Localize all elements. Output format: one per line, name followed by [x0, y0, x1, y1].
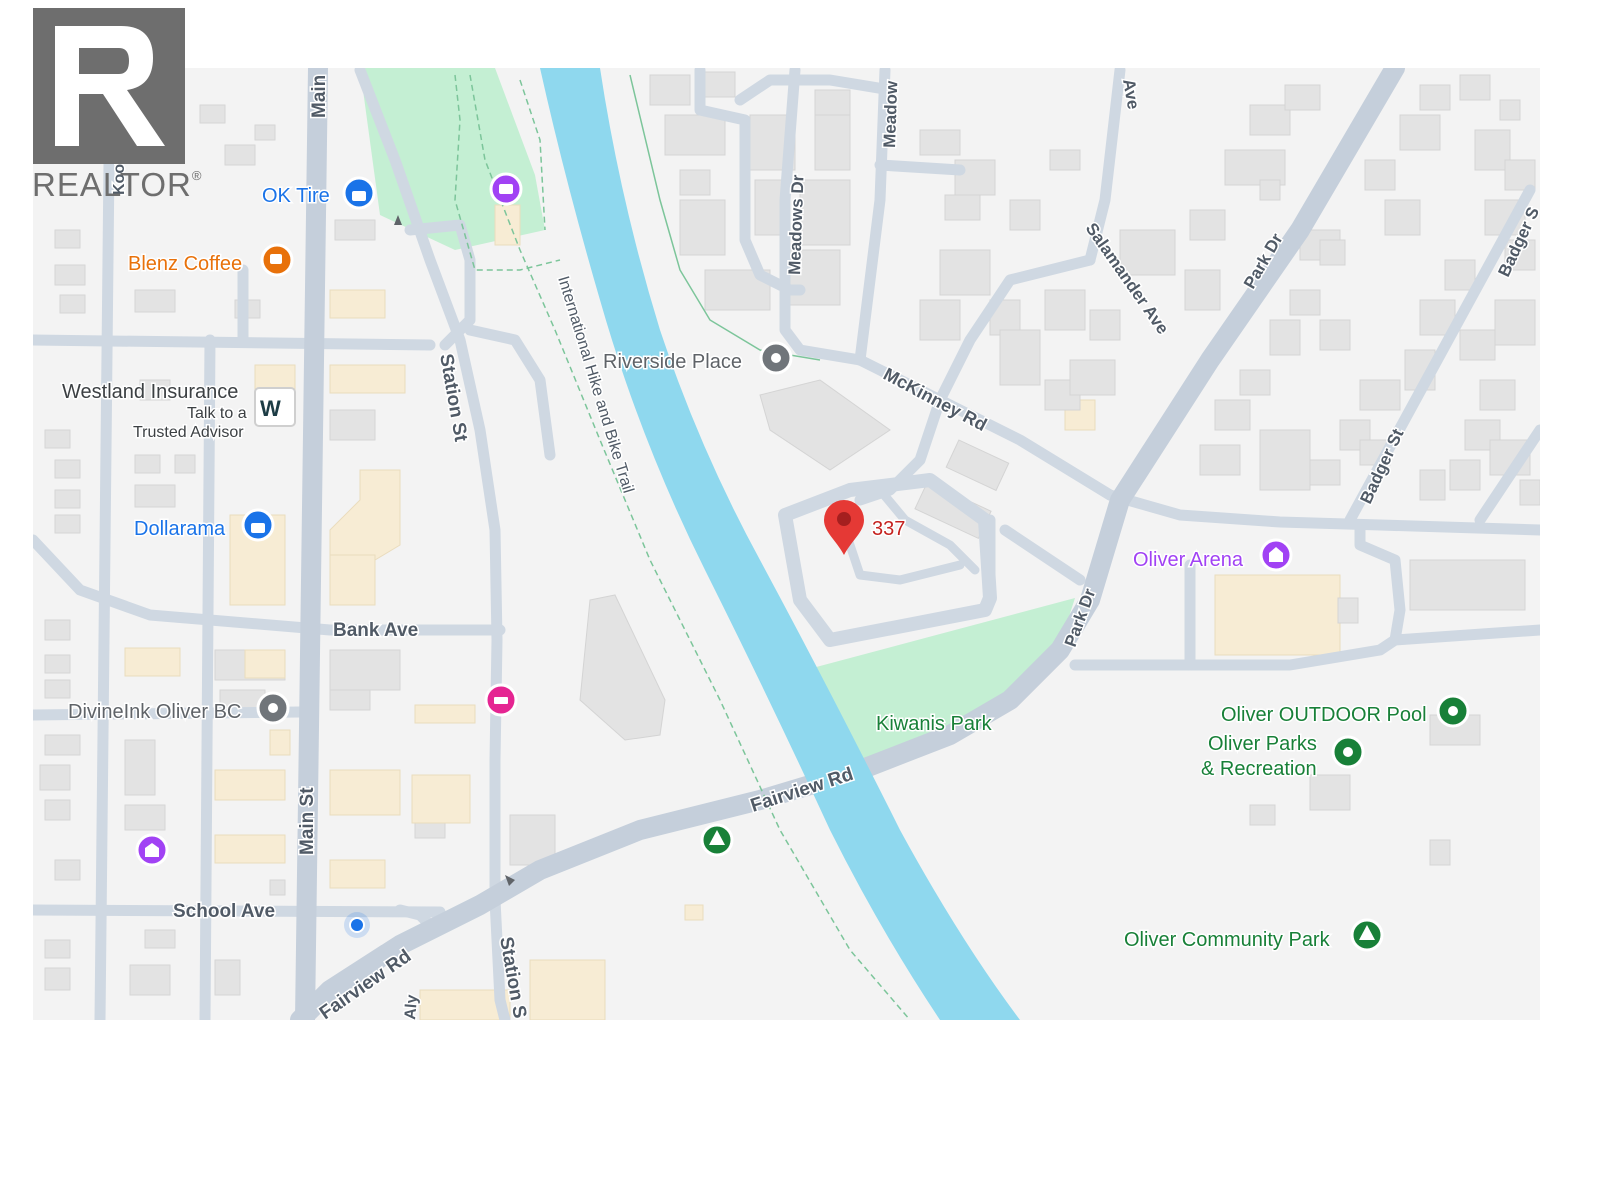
street-label-bank-ave: Bank Ave [333, 620, 418, 641]
street-label-aly: Aly [402, 994, 421, 1020]
poi-hotel[interactable] [484, 683, 518, 717]
westland-logo-glyph: W [260, 396, 281, 421]
realtor-brand-text: REALTOR [32, 166, 192, 203]
registered-mark: ® [191, 168, 203, 183]
poi-kiwanis-park[interactable]: Kiwanis Park [875, 712, 995, 737]
realtor-wordmark: REALTOR® [32, 166, 202, 204]
pin-dot-glyph [771, 353, 781, 363]
poi-label-parks-rec-1: Oliver Parks [1208, 733, 1317, 755]
street-label-main-st: Main St [297, 787, 318, 855]
pin-dot-glyph [1343, 747, 1353, 757]
poi-label-riverside-place: Riverside Place [603, 351, 742, 373]
street-label-main-top: Main [309, 75, 330, 118]
shopping-bag-glyph [251, 523, 265, 533]
poi-label-parks-rec-2: & Recreation [1201, 758, 1317, 780]
poi-sub-westland-2: Trusted Advisor [133, 424, 244, 441]
poi-label-westland: Westland Insurance [62, 381, 238, 403]
poi-label-blenz-coffee: Blenz Coffee [128, 253, 242, 275]
map-canvas[interactable]: Main Kootenay St Main St Station St Stat… [0, 0, 1600, 1200]
listing-number-label: 337 [872, 518, 905, 540]
poi-museum[interactable] [135, 833, 169, 867]
poi-label-kiwanis-park: Kiwanis Park [876, 713, 993, 735]
poi-label-dollarama: Dollarama [134, 518, 226, 540]
pin-dot-glyph [268, 703, 278, 713]
poi-camera[interactable] [489, 172, 523, 206]
poi-tree-fairview[interactable] [700, 823, 734, 857]
camera-glyph [499, 184, 513, 194]
poi-label-oliver-arena: Oliver Arena [1133, 549, 1244, 571]
poi-label-outdoor-pool: Oliver OUTDOOR Pool [1221, 704, 1427, 726]
pin-dot-glyph [1448, 706, 1458, 716]
street-label-school-ave: School Ave [173, 901, 275, 922]
street-label-meadows-dr: Meadows Dr [785, 174, 807, 275]
realtor-logo-icon [33, 8, 185, 164]
map-pin-hole [837, 512, 851, 526]
poi-label-divineink: DivineInk Oliver BC [68, 701, 241, 723]
street-label-meadow: Meadow [880, 80, 901, 148]
poi-sub-westland-1: Talk to a [187, 405, 247, 422]
coffee-cup-glyph [270, 254, 282, 264]
current-location-icon [344, 912, 370, 938]
poi-label-ok-tire: OK Tire [262, 185, 330, 207]
poi-label-community-park: Oliver Community Park [1124, 929, 1331, 951]
bed-glyph [494, 697, 508, 704]
shopping-bag-glyph [352, 191, 366, 201]
